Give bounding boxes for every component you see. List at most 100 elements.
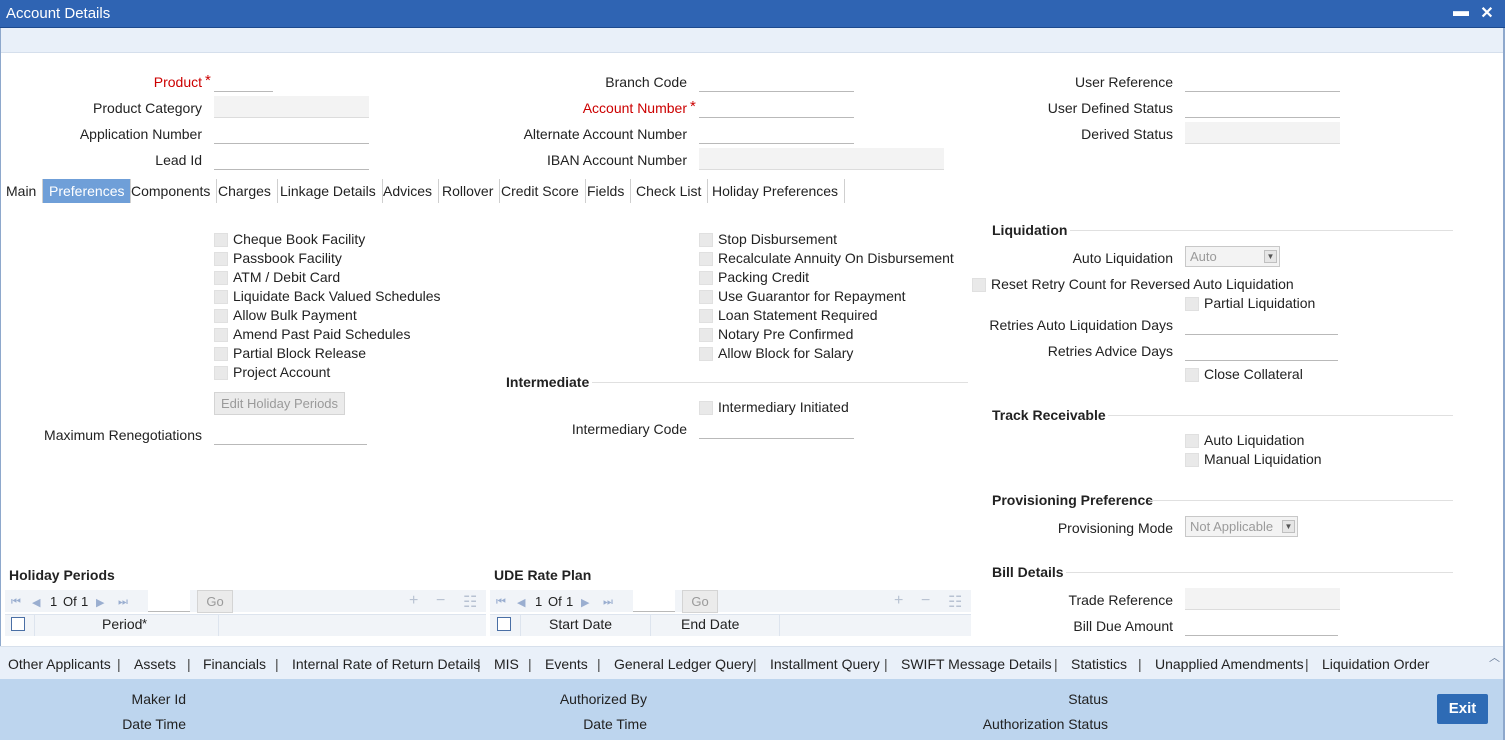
tab-advices[interactable]: Advices: [377, 179, 440, 203]
list-view-icon[interactable]: ☷: [948, 592, 962, 612]
toolbar-strip: [0, 28, 1505, 53]
provisioning-mode-select[interactable]: Not Applicable ▼: [1185, 516, 1298, 537]
auto-liquidation-label: Auto Liquidation: [1072, 250, 1173, 266]
passbook-facility-checkbox[interactable]: [214, 252, 228, 266]
recalculate-annuity-checkbox[interactable]: [699, 252, 713, 266]
auto-liquidation-select[interactable]: Auto ▼: [1185, 246, 1280, 267]
link-financials[interactable]: Financials: [203, 656, 266, 672]
delete-row-icon[interactable]: −: [921, 592, 930, 610]
allow-block-salary-checkbox[interactable]: [699, 347, 713, 361]
tab-components[interactable]: Components: [125, 179, 218, 203]
tab-check-list[interactable]: Check List: [630, 179, 709, 203]
amend-past-paid-checkbox[interactable]: [214, 328, 228, 342]
last-page-icon[interactable]: ⏭: [603, 596, 613, 609]
tab-linkage-details[interactable]: Linkage Details: [274, 179, 383, 203]
intermediate-section-title: Intermediate: [506, 374, 590, 390]
ude-page-input[interactable]: [633, 590, 675, 612]
audit-footer: [0, 679, 1503, 740]
user-reference-input[interactable]: [1185, 70, 1340, 92]
use-guarantor-checkbox[interactable]: [699, 290, 713, 304]
atm-debit-card-checkbox[interactable]: [214, 271, 228, 285]
link-other-applicants[interactable]: Other Applicants: [8, 656, 111, 672]
edit-holiday-periods-button[interactable]: Edit Holiday Periods: [214, 392, 345, 415]
user-defined-status-input[interactable]: [1185, 96, 1340, 118]
ude-go-button[interactable]: Go: [682, 590, 718, 613]
intermediary-initiated-checkbox[interactable]: [699, 401, 713, 415]
link-events[interactable]: Events: [545, 656, 588, 672]
tab-preferences[interactable]: Preferences: [43, 179, 132, 203]
close-collateral-checkbox[interactable]: [1185, 368, 1199, 382]
link-internal-rate-of-return[interactable]: Internal Rate of Return Details: [292, 656, 480, 672]
product-input[interactable]: [214, 70, 273, 92]
allow-bulk-payment-label: Allow Bulk Payment: [233, 307, 357, 323]
allow-bulk-payment-checkbox[interactable]: [214, 309, 228, 323]
add-row-icon[interactable]: +: [894, 592, 903, 610]
lead-id-input[interactable]: [214, 148, 369, 170]
collapse-up-icon[interactable]: ︿: [1489, 649, 1500, 665]
close-icon[interactable]: ✕: [1478, 3, 1496, 23]
tab-charges[interactable]: Charges: [212, 179, 278, 203]
link-general-ledger-query[interactable]: General Ledger Query: [614, 656, 753, 672]
product-category-label: Product Category: [93, 100, 202, 116]
retries-advice-days-input[interactable]: [1185, 339, 1338, 361]
previous-page-icon[interactable]: ◀: [32, 596, 40, 609]
liquidate-back-valued-checkbox[interactable]: [214, 290, 228, 304]
exit-button[interactable]: Exit: [1437, 694, 1488, 724]
reset-retry-checkbox[interactable]: [972, 278, 986, 292]
bill-due-amount-input[interactable]: [1185, 614, 1338, 636]
alternate-account-number-input[interactable]: [699, 122, 854, 144]
link-statistics[interactable]: Statistics: [1071, 656, 1127, 672]
ude-rate-plan-title: UDE Rate Plan: [494, 567, 592, 583]
trade-reference-label: Trade Reference: [1068, 592, 1173, 608]
next-page-icon[interactable]: ▶: [96, 596, 104, 609]
ude-select-all-checkbox[interactable]: [497, 617, 511, 631]
holiday-go-button[interactable]: Go: [197, 590, 233, 613]
ude-page-total: 1: [566, 594, 574, 609]
link-liquidation-order[interactable]: Liquidation Order: [1322, 656, 1429, 672]
link-mis[interactable]: MIS: [494, 656, 519, 672]
packing-credit-checkbox[interactable]: [699, 271, 713, 285]
holiday-page-input[interactable]: [148, 590, 190, 612]
intermediary-code-input[interactable]: [699, 417, 854, 439]
link-swift-message-details[interactable]: SWIFT Message Details: [901, 656, 1052, 672]
partial-liquidation-checkbox[interactable]: [1185, 297, 1199, 311]
tab-holiday-preferences[interactable]: Holiday Preferences: [706, 179, 846, 203]
account-number-required-mark: *: [690, 98, 696, 115]
cheque-book-facility-label: Cheque Book Facility: [233, 231, 366, 247]
link-unapplied-amendments[interactable]: Unapplied Amendments: [1155, 656, 1304, 672]
tab-fields[interactable]: Fields: [581, 179, 632, 203]
maker-date-time-label: Date Time: [122, 716, 186, 732]
project-account-checkbox[interactable]: [214, 366, 228, 380]
stop-disbursement-checkbox[interactable]: [699, 233, 713, 247]
application-number-input[interactable]: [214, 122, 369, 144]
first-page-icon[interactable]: ⏮: [11, 596, 21, 609]
link-assets[interactable]: Assets: [134, 656, 176, 672]
retries-auto-liquidation-days-input[interactable]: [1185, 313, 1338, 335]
link-separator: |: [275, 656, 279, 672]
alternate-account-number-label: Alternate Account Number: [523, 126, 687, 142]
delete-row-icon[interactable]: −: [436, 592, 445, 610]
track-auto-liquidation-checkbox[interactable]: [1185, 434, 1199, 448]
loan-statement-checkbox[interactable]: [699, 309, 713, 323]
branch-code-input[interactable]: [699, 70, 854, 92]
maximum-renegotiations-input[interactable]: [214, 423, 367, 445]
minimize-icon[interactable]: ▬: [1452, 3, 1470, 21]
next-page-icon[interactable]: ▶: [581, 596, 589, 609]
first-page-icon[interactable]: ⏮: [496, 596, 506, 609]
tab-main[interactable]: Main: [0, 179, 44, 203]
last-page-icon[interactable]: ⏭: [118, 596, 128, 609]
partial-block-release-checkbox[interactable]: [214, 347, 228, 361]
list-view-icon[interactable]: ☷: [463, 592, 477, 612]
account-number-input[interactable]: [699, 96, 854, 118]
tab-credit-score[interactable]: Credit Score: [495, 179, 586, 203]
previous-page-icon[interactable]: ◀: [517, 596, 525, 609]
link-installment-query[interactable]: Installment Query: [770, 656, 880, 672]
notary-pre-confirmed-checkbox[interactable]: [699, 328, 713, 342]
holiday-col-divider: [34, 614, 35, 636]
tab-rollover[interactable]: Rollover: [436, 179, 501, 203]
holiday-select-all-checkbox[interactable]: [11, 617, 25, 631]
recalculate-annuity-label: Recalculate Annuity On Disbursement: [718, 250, 954, 266]
add-row-icon[interactable]: +: [409, 592, 418, 610]
manual-liquidation-checkbox[interactable]: [1185, 453, 1199, 467]
cheque-book-facility-checkbox[interactable]: [214, 233, 228, 247]
